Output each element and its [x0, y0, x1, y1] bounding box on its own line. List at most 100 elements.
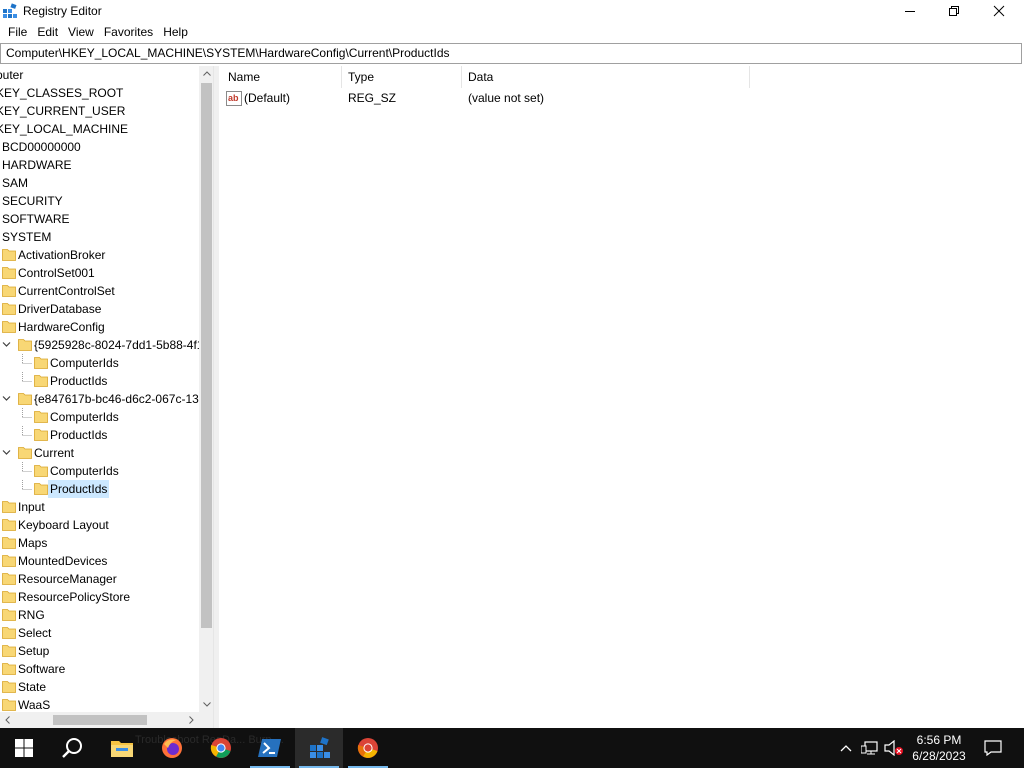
tree-node[interactable]: ProductIds: [0, 372, 199, 390]
tree-node[interactable]: SOFTWARE: [0, 210, 199, 228]
tree-node[interactable]: CurrentControlSet: [0, 282, 199, 300]
folder-icon: [18, 339, 32, 351]
tree-node[interactable]: ProductIds: [0, 426, 199, 444]
svg-text:ab: ab: [228, 93, 239, 103]
tree-node[interactable]: {5925928c-8024-7dd1-5b88-4f1: [0, 336, 199, 354]
taskbar-chrome[interactable]: [197, 728, 245, 768]
tree-node[interactable]: Current: [0, 444, 199, 462]
tree-horizontal-scrollbar[interactable]: [0, 712, 199, 728]
folder-icon: [2, 267, 16, 279]
start-button[interactable]: [0, 728, 48, 768]
tree-node[interactable]: ControlSet001: [0, 264, 199, 282]
tree-node-label: SYSTEM: [2, 230, 52, 244]
tree-node[interactable]: SECURITY: [0, 192, 199, 210]
tree-node[interactable]: {e847617b-bc46-d6c2-067c-13: [0, 390, 199, 408]
tree-node-label: Current: [34, 446, 75, 460]
folder-icon: [2, 285, 16, 297]
volume-muted-icon: [884, 740, 903, 756]
show-hidden-icons[interactable]: [836, 728, 856, 768]
tree-node[interactable]: HARDWARE: [0, 156, 199, 174]
tree-node[interactable]: ProductIds: [0, 480, 199, 498]
taskbar: Troubleshoot RegDa... Burp ... 6:56 PM 6…: [0, 728, 1024, 768]
menu-edit[interactable]: Edit: [32, 22, 63, 42]
tree-node[interactable]: SYSTEM: [0, 228, 199, 246]
tree-node[interactable]: MountedDevices: [0, 552, 199, 570]
expand-chevron-icon[interactable]: [2, 448, 11, 457]
action-center-button[interactable]: [978, 728, 1008, 768]
menu-view[interactable]: View: [63, 22, 99, 42]
folder-icon: [2, 303, 16, 315]
tree-node-label: SAM: [2, 176, 29, 190]
tree-node-label: KEY_CLASSES_ROOT: [0, 86, 124, 100]
tree-node-label: WaaS: [18, 698, 51, 712]
tree-node[interactable]: State: [0, 678, 199, 696]
tree-node-label: ActivationBroker: [18, 248, 106, 262]
tree-node[interactable]: ActivationBroker: [0, 246, 199, 264]
volume-tray[interactable]: [883, 728, 905, 768]
tree-node[interactable]: ComputerIds: [0, 354, 199, 372]
tree-node[interactable]: KEY_CURRENT_USER: [0, 102, 199, 120]
column-header-type[interactable]: Type: [342, 66, 462, 88]
tree-node-label: ComputerIds: [50, 356, 119, 370]
value-data: (value not set): [468, 91, 545, 105]
tree-node[interactable]: BCD00000000: [0, 138, 199, 156]
tree-node[interactable]: DriverDatabase: [0, 300, 199, 318]
tree-node-label: Software: [18, 662, 66, 676]
menu-help[interactable]: Help: [158, 22, 193, 42]
taskbar-chrome-dev[interactable]: [344, 728, 392, 768]
column-header-name[interactable]: Name: [222, 66, 342, 88]
tree-node[interactable]: Software: [0, 660, 199, 678]
tree-node[interactable]: Keyboard Layout: [0, 516, 199, 534]
start-icon: [15, 739, 33, 757]
close-button[interactable]: [976, 0, 1022, 22]
scroll-right-icon[interactable]: [184, 712, 199, 728]
tree-node[interactable]: ComputerIds: [0, 462, 199, 480]
tree-vertical-scroll-thumb[interactable]: [201, 83, 212, 628]
restore-button[interactable]: [931, 0, 977, 22]
tree-node[interactable]: KEY_CLASSES_ROOT: [0, 84, 199, 102]
taskbar-regedit[interactable]: [295, 728, 343, 768]
folder-icon: [34, 411, 48, 423]
tree-node[interactable]: WaaS: [0, 696, 199, 712]
taskbar-clock[interactable]: 6:56 PM 6/28/2023: [904, 732, 974, 764]
expand-chevron-icon[interactable]: [2, 340, 11, 349]
taskbar-firefox[interactable]: [148, 728, 196, 768]
folder-icon: [2, 609, 16, 621]
value-row[interactable]: ab (Default) REG_SZ (value not set): [219, 89, 1024, 108]
network-tray[interactable]: [859, 728, 881, 768]
tree-horizontal-scroll-thumb[interactable]: [53, 715, 147, 725]
expand-chevron-icon[interactable]: [2, 394, 11, 403]
menu-favorites[interactable]: Favorites: [99, 22, 158, 42]
tree-node[interactable]: Select: [0, 624, 199, 642]
tree-node[interactable]: Maps: [0, 534, 199, 552]
column-header-data[interactable]: Data: [462, 66, 750, 88]
minimize-icon: [905, 11, 915, 12]
address-bar[interactable]: Computer\HKEY_LOCAL_MACHINE\SYSTEM\Hardw…: [0, 43, 1022, 64]
powershell-icon: [258, 739, 281, 757]
folder-icon: [2, 519, 16, 531]
tree-node[interactable]: Input: [0, 498, 199, 516]
minimize-button[interactable]: [887, 0, 933, 22]
regedit-icon: [310, 737, 330, 758]
tree-node[interactable]: HardwareConfig: [0, 318, 199, 336]
tree-node[interactable]: ComputerIds: [0, 408, 199, 426]
folder-icon: [34, 483, 48, 495]
tree-node-label: Keyboard Layout: [18, 518, 109, 532]
clock-date: 6/28/2023: [912, 749, 966, 763]
tree-node[interactable]: SAM: [0, 174, 199, 192]
menu-file[interactable]: File: [3, 22, 32, 42]
scroll-left-icon[interactable]: [0, 712, 15, 728]
tree-vertical-scrollbar[interactable]: [199, 66, 213, 712]
tree-node[interactable]: KEY_LOCAL_MACHINE: [0, 120, 199, 138]
search-button[interactable]: [48, 728, 96, 768]
tree-node[interactable]: ResourcePolicyStore: [0, 588, 199, 606]
scroll-down-icon[interactable]: [199, 697, 213, 712]
folder-icon: [34, 429, 48, 441]
tree-node-label: SOFTWARE: [2, 212, 70, 226]
tree-node[interactable]: RNG: [0, 606, 199, 624]
tree-node[interactable]: ResourceManager: [0, 570, 199, 588]
scroll-up-icon[interactable]: [199, 66, 213, 81]
tree-node[interactable]: Setup: [0, 642, 199, 660]
taskbar-powershell[interactable]: [246, 728, 294, 768]
tree-node[interactable]: puter: [0, 66, 199, 84]
